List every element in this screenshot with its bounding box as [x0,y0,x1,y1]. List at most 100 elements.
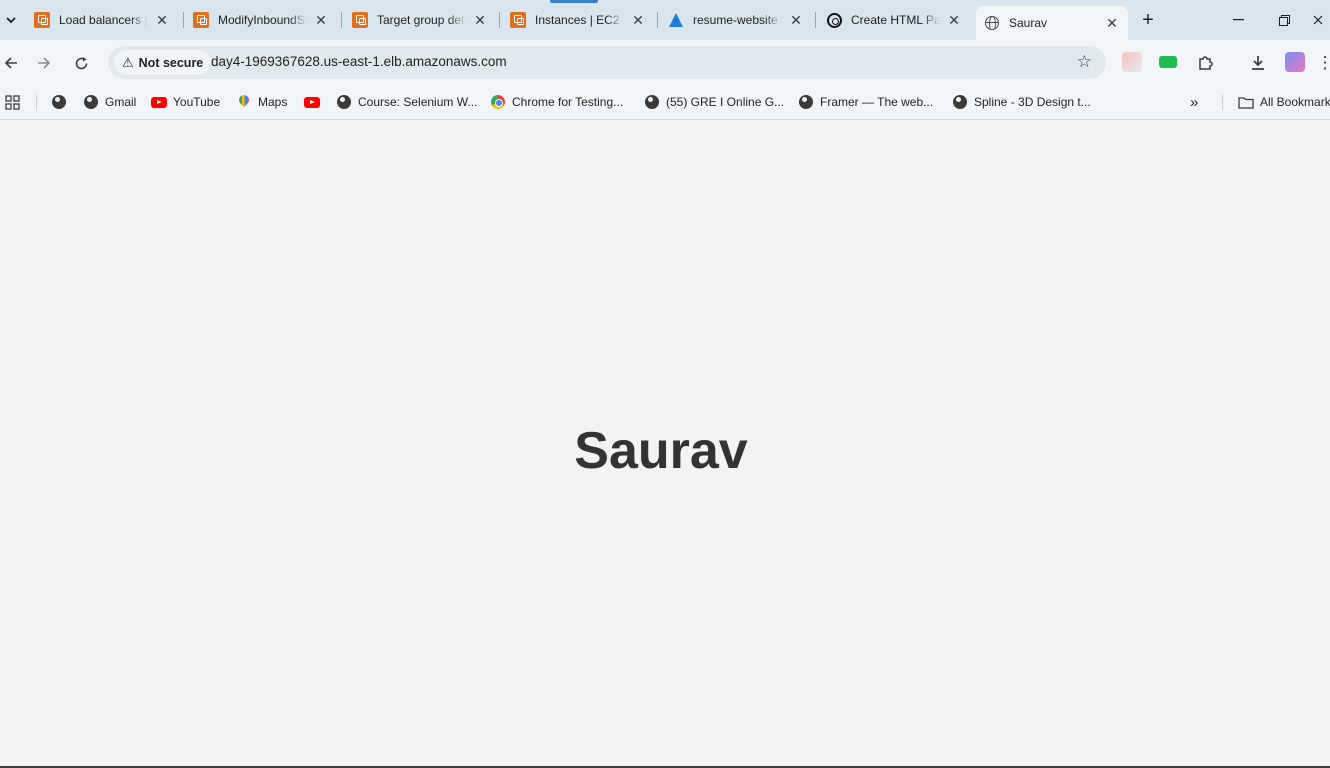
bookmark-label: Maps [258,95,288,109]
bookmark-chrome-testing[interactable]: Chrome for Testing... [490,92,623,112]
tab-title: Instances | EC2 [535,13,620,27]
tab-instances[interactable]: Instances | EC2 ✕ [502,6,654,34]
tab-divider [657,12,658,28]
bookmark-selenium-course[interactable]: Course: Selenium W... [336,92,477,112]
download-icon[interactable] [1245,50,1271,76]
bookmark-star-icon[interactable]: ☆ [1077,52,1092,72]
close-icon[interactable]: ✕ [946,12,962,28]
chrome-icon [490,94,506,110]
tab-title: resume-website [693,13,778,27]
close-window-button[interactable] [1306,6,1330,34]
forward-button[interactable] [31,50,57,76]
aws-icon [510,12,526,28]
close-icon[interactable]: ✕ [630,12,646,28]
bookmark-divider [36,95,37,111]
page-heading: Saurav [574,422,748,480]
globe-icon [83,94,99,110]
bookmark-label: Chrome for Testing... [512,95,624,109]
globe-icon [798,94,814,110]
tab-loading-indicator [550,0,598,3]
bookmark-gre[interactable]: (55) GRE I Online G... [644,92,784,112]
bookmark-framer[interactable]: Framer — The web... [798,92,933,112]
back-button[interactable] [0,50,24,76]
back-arrow-icon [4,57,17,69]
close-icon[interactable]: ✕ [788,12,804,28]
minimize-button[interactable] [1218,6,1258,34]
close-icon[interactable]: ✕ [313,12,329,28]
apps-grid-button[interactable] [5,92,20,112]
tab-title: Saurav [1009,16,1048,30]
tab-saurav[interactable]: Saurav ✕ [976,6,1128,40]
apps-grid-icon [5,94,20,110]
globe-icon [644,94,660,110]
tab-divider [341,12,342,28]
close-icon[interactable]: ✕ [1104,15,1120,31]
globe-icon [336,94,352,110]
restore-icon [1278,14,1290,26]
bookmark-label: All Bookmarks [1260,95,1330,109]
page-content: Saurav [0,121,1330,766]
site-info-chip[interactable]: ⚠ Not secure [114,50,212,75]
youtube-icon [151,94,167,110]
tab-divider [499,12,500,28]
close-window-icon [1313,15,1323,25]
minimize-icon [1232,19,1244,21]
tab-search-button[interactable] [0,8,22,32]
double-chevron-right-icon: » [1190,93,1199,111]
openai-icon [826,12,842,28]
bookmark-youtube[interactable]: YouTube [151,92,220,112]
globe-icon [984,15,1000,31]
bookmarks-bar: Gmail YouTube Maps Course: Selenium W...… [0,85,1330,120]
bookmark-label: Framer — The web... [820,95,934,109]
reload-button[interactable] [68,50,94,76]
tab-title: Create HTML Page [851,13,940,27]
aws-icon [193,12,209,28]
close-icon[interactable]: ✕ [472,12,488,28]
all-bookmarks-button[interactable]: All Bookmarks [1238,92,1330,112]
url-text[interactable]: day4-1969367628.us-east-1.elb.amazonaws.… [211,54,507,69]
tab-modify-inbound[interactable]: ModifyInboundSecurityGroupRules ✕ [185,6,337,34]
bookmarks-overflow-button[interactable]: » [1190,92,1198,112]
bookmark-label: Course: Selenium W... [358,95,478,109]
close-icon[interactable]: ✕ [154,12,170,28]
new-tab-button[interactable]: + [1136,8,1160,32]
tab-divider [183,12,184,28]
security-label: Not secure [138,55,204,70]
forward-arrow-icon [38,57,51,69]
maps-icon [236,94,252,110]
bookmark-gmail[interactable]: Gmail [83,92,136,112]
extension-green-icon[interactable] [1159,56,1177,68]
aws-icon [352,12,368,28]
bookmark-label: Spline - 3D Design t... [974,95,1091,109]
tab-resume-website[interactable]: resume-website ✕ [660,6,812,34]
folder-icon [1238,94,1254,110]
address-bar[interactable]: ⚠ Not secure day4-1969367628.us-east-1.e… [108,46,1106,79]
tab-strip: Load balancers | EC2 ✕ ModifyInboundSecu… [0,0,1330,40]
azure-icon [668,12,684,28]
tab-target-group[interactable]: Target group details ✕ [344,6,496,34]
globe-icon [51,94,67,110]
youtube-icon [304,94,320,110]
tab-title: Load balancers | EC2 [59,13,148,27]
bookmark-spline[interactable]: Spline - 3D Design t... [952,92,1091,112]
tab-load-balancers[interactable]: Load balancers | EC2 ✕ [26,6,178,34]
tab-divider [815,12,816,28]
bookmark-youtube-2[interactable] [304,92,326,112]
warning-triangle-icon: ⚠ [122,54,134,70]
browser-toolbar: ⚠ Not secure day4-1969367628.us-east-1.e… [0,40,1330,85]
aws-icon [34,12,50,28]
bookmark-divider [1222,95,1223,111]
extensions-puzzle-icon[interactable] [1192,50,1218,76]
profile-avatar[interactable] [1285,52,1305,72]
bookmark-label: Gmail [105,95,137,109]
tab-title: Target group details [377,13,466,27]
tab-create-html-page[interactable]: Create HTML Page ✕ [818,6,970,34]
reload-icon [75,56,87,69]
more-menu-icon[interactable]: ⋮ [1317,50,1330,76]
bookmark-maps[interactable]: Maps [236,92,287,112]
bookmark-globe[interactable] [51,92,73,112]
restore-button[interactable] [1264,6,1304,34]
globe-icon [952,94,968,110]
extension-icon[interactable] [1122,52,1142,72]
tab-title: ModifyInboundSecurityGroupRules [218,13,307,27]
